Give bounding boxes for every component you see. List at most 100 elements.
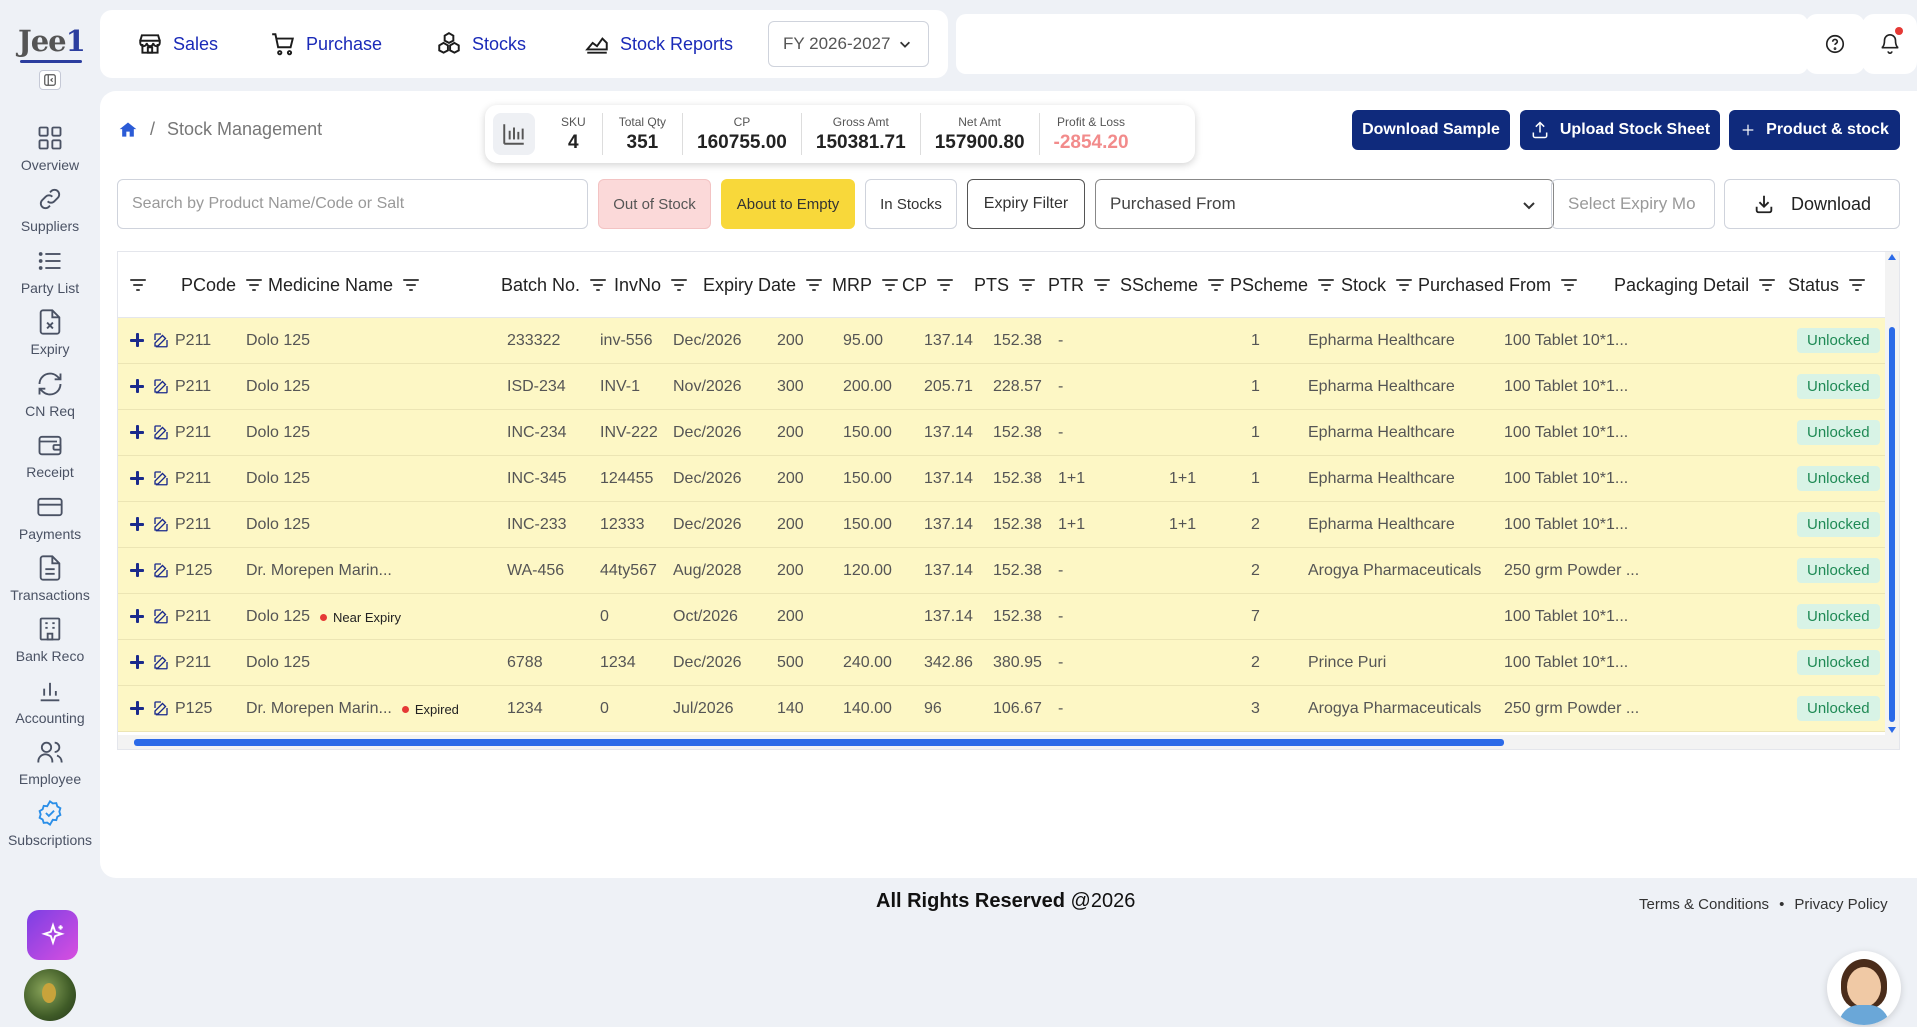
col-expiry-date[interactable]: Expiry Date — [703, 252, 823, 318]
sidebar-item-employee[interactable]: Employee — [0, 738, 100, 794]
sidebar-item-party-list[interactable]: Party List — [0, 247, 100, 303]
add-icon[interactable] — [128, 515, 146, 533]
edit-icon[interactable] — [152, 377, 170, 395]
upload-stock-sheet-button[interactable]: Upload Stock Sheet — [1520, 110, 1720, 150]
col-invno[interactable]: InvNo — [614, 252, 688, 318]
nav-sales[interactable]: Sales — [137, 10, 218, 78]
table-row[interactable]: P211 Dolo 125 6788 1234 Dec/2026 500 240.00 342… — [118, 640, 1887, 686]
col-purchased-from[interactable]: Purchased From — [1418, 252, 1578, 318]
cell-ss: 1+1 — [1058, 516, 1086, 533]
user-avatar[interactable] — [24, 969, 76, 1021]
add-icon[interactable] — [128, 561, 146, 579]
col-stock[interactable]: Stock — [1341, 252, 1413, 318]
table-row[interactable]: P125 Dr. Morepen Marin... Expired 1234 0 Jul/… — [118, 686, 1887, 732]
add-icon[interactable] — [128, 331, 146, 349]
table-row[interactable]: P211 Dolo 125 INC-233 12333 Dec/2026 200 150.0… — [118, 502, 1887, 548]
download-sample-button[interactable]: Download Sample — [1352, 110, 1510, 150]
terms-link[interactable]: Terms & Conditions — [1639, 896, 1769, 913]
edit-icon[interactable] — [152, 561, 170, 579]
expiry-month-input[interactable]: Select Expiry Mo — [1551, 179, 1715, 229]
chevron-down-icon — [900, 41, 911, 48]
about-to-empty-filter[interactable]: About to Empty — [721, 179, 855, 229]
table-row[interactable]: P211 Dolo 125 INC-345 124455 Dec/2026 200 150.… — [118, 456, 1887, 502]
cell-pcode: P125 — [175, 700, 213, 717]
add-icon[interactable] — [128, 653, 146, 671]
app-logo[interactable]: Jee1 — [18, 24, 86, 63]
out-of-stock-filter[interactable]: Out of Stock — [598, 179, 711, 229]
edit-icon[interactable] — [152, 653, 170, 671]
add-product-stock-button[interactable]: Product & stock — [1729, 110, 1900, 150]
home-icon[interactable] — [118, 120, 138, 140]
sidebar-item-receipt[interactable]: Receipt — [0, 431, 100, 487]
sidebar-item-transactions[interactable]: Transactions — [0, 554, 100, 610]
sidebar-item-accounting[interactable]: Accounting — [0, 677, 100, 733]
notification-dot — [1895, 27, 1903, 35]
sidebar-item-expiry[interactable]: Expiry — [0, 308, 100, 364]
fiscal-year-select[interactable]: FY 2026-2027 — [768, 21, 929, 67]
add-icon[interactable] — [128, 469, 146, 487]
table-row[interactable]: P211 Dolo 125 ISD-234 INV-1 Nov/2026 300 200.0… — [118, 364, 1887, 410]
edit-icon[interactable] — [152, 699, 170, 717]
stat-profit-loss: Profit & Loss -2854.20 — [1053, 114, 1129, 153]
cell-pack: 100 Tablet 10*1... — [1504, 424, 1629, 441]
status-badge: Unlocked — [1797, 374, 1880, 399]
nav-stocks[interactable]: Stocks — [436, 10, 526, 78]
sidebar-item-subscriptions[interactable]: Subscriptions — [0, 799, 100, 855]
edit-icon[interactable] — [152, 607, 170, 625]
purchased-from-select[interactable]: Purchased From — [1095, 179, 1554, 229]
ai-assistant-button[interactable] — [27, 910, 78, 960]
col-cp[interactable]: CP — [902, 252, 954, 318]
nav-stock-reports[interactable]: Stock Reports — [584, 10, 733, 78]
vertical-scrollbar[interactable] — [1885, 252, 1899, 749]
filter-icon — [1849, 279, 1866, 291]
sidebar-item-bank-reco[interactable]: Bank Reco — [0, 615, 100, 671]
help-button[interactable] — [1805, 14, 1865, 74]
col-ptr[interactable]: PTR — [1048, 252, 1110, 318]
cell-cp: 120.00 — [843, 562, 892, 579]
in-stocks-filter[interactable]: In Stocks — [865, 179, 957, 229]
cell-expiry: Aug/2028 — [673, 562, 742, 579]
table-row[interactable]: P125 Dr. Morepen Marin... WA-456 44ty567 Aug… — [118, 548, 1887, 594]
nav-purchase[interactable]: Purchase — [270, 10, 382, 78]
search-input[interactable]: Search by Product Name/Code or Salt — [117, 179, 588, 229]
expiry-filter-button[interactable]: Expiry Filter — [967, 179, 1085, 229]
add-icon[interactable] — [128, 377, 146, 395]
add-icon[interactable] — [128, 423, 146, 441]
cell-expiry: Oct/2026 — [673, 608, 738, 625]
table-row[interactable]: P211 Dolo 125 Near Expiry 0 Oct/2026 200 137.1… — [118, 594, 1887, 640]
column-menu-icon[interactable] — [130, 252, 146, 318]
col-packaging-detail[interactable]: Packaging Detail — [1614, 252, 1776, 318]
add-icon[interactable] — [128, 699, 146, 717]
sidebar-item-suppliers[interactable]: Suppliers — [0, 185, 100, 241]
cell-pcode: P211 — [175, 470, 212, 487]
download-button[interactable]: Download — [1724, 179, 1900, 229]
sidebar-item-payments[interactable]: Payments — [0, 493, 100, 549]
support-chat-button[interactable] — [1827, 951, 1901, 1025]
horizontal-scrollbar[interactable] — [118, 735, 1887, 749]
sidebar-item-overview[interactable]: Overview — [0, 124, 100, 180]
col-pscheme[interactable]: PScheme — [1230, 252, 1335, 318]
col-pts[interactable]: PTS — [974, 252, 1036, 318]
cell-cp: 200.00 — [843, 378, 892, 395]
col-sscheme[interactable]: SScheme — [1120, 252, 1225, 318]
add-icon[interactable] — [128, 607, 146, 625]
col-pcode[interactable]: PCode — [181, 252, 263, 318]
col-batch-no[interactable]: Batch No. — [501, 252, 607, 318]
cell-pts: 137.14 — [924, 470, 973, 487]
edit-icon[interactable] — [152, 423, 170, 441]
col-mrp[interactable]: MRP — [832, 252, 898, 318]
table-row[interactable]: P211 Dolo 125 INC-234 INV-222 Dec/2026 200 150… — [118, 410, 1887, 456]
edit-icon[interactable] — [152, 515, 170, 533]
edit-icon[interactable] — [152, 469, 170, 487]
table-row[interactable]: P211 Dolo 125 233322 inv-556 Dec/2026 200 95.0… — [118, 318, 1887, 364]
cell-pts: 137.14 — [924, 562, 973, 579]
sidebar-toggle-button[interactable] — [39, 70, 61, 90]
privacy-link[interactable]: Privacy Policy — [1794, 896, 1887, 913]
col-status[interactable]: Status — [1788, 252, 1866, 318]
notifications-button[interactable] — [1862, 14, 1917, 74]
top-bar-search-area[interactable] — [956, 14, 1808, 74]
list-icon — [38, 252, 61, 270]
edit-icon[interactable] — [152, 331, 170, 349]
col-medicine-name[interactable]: Medicine Name — [268, 252, 420, 318]
sidebar-item-cn-req[interactable]: CN Req — [0, 370, 100, 426]
